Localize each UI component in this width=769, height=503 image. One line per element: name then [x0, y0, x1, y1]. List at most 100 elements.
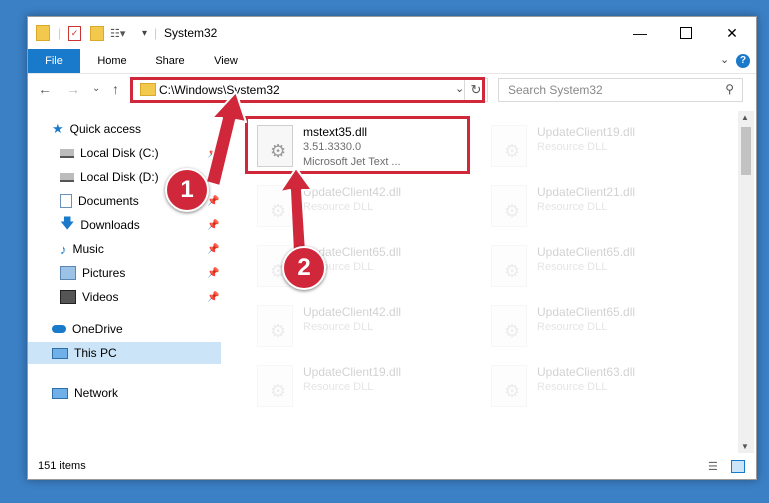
dll-file-icon: ⚙	[491, 365, 527, 407]
sidebar-item-label: Quick access	[69, 122, 142, 136]
file-item[interactable]: ⚙ UpdateClient42.dll Resource DLL	[251, 299, 474, 351]
videos-icon	[60, 290, 76, 304]
music-icon: ♪	[60, 241, 67, 257]
sidebar-item-local-disk-c[interactable]: Local Disk (C:) 📌	[28, 142, 221, 164]
recent-locations-icon[interactable]: ⌄	[92, 83, 100, 94]
folder-icon	[36, 24, 50, 42]
file-item[interactable]: ⚙ UpdateClient65.dll Resource DLL	[485, 299, 708, 351]
file-name: UpdateClient63.dll	[537, 365, 636, 379]
pin-icon[interactable]: 📌	[207, 220, 219, 231]
file-explorer-window: | ✓ ☷▾ ▾ | System32 — ✕ File Home Share …	[27, 16, 757, 480]
network-icon	[52, 387, 68, 399]
sidebar-item-videos[interactable]: Videos 📌	[28, 286, 221, 308]
dll-file-icon: ⚙	[491, 305, 527, 347]
tab-view[interactable]: View	[200, 49, 252, 73]
file-item[interactable]: ⚙ UpdateClient63.dll Resource DLL	[485, 359, 708, 411]
sidebar-item-label: Network	[74, 386, 119, 400]
gear-icon: ⚙	[270, 201, 287, 221]
forward-arrow-icon[interactable]: →	[66, 81, 80, 97]
drive-icon	[60, 148, 74, 158]
pin-icon[interactable]: 📌	[207, 268, 219, 279]
pin-icon[interactable]: 📌	[207, 148, 219, 159]
pin-icon[interactable]: 📌	[207, 172, 219, 183]
separator: |	[58, 26, 62, 40]
pictures-icon	[60, 266, 76, 280]
pin-icon[interactable]: 📌	[207, 292, 219, 303]
file-item[interactable]: ⚙ UpdateClient19.dll Resource DLL	[485, 119, 708, 171]
computer-icon	[52, 347, 68, 359]
address-bar-highlight	[130, 77, 485, 103]
dll-file-icon: ⚙	[257, 305, 293, 347]
tab-file[interactable]: File	[28, 49, 80, 73]
gear-icon: ⚙	[504, 381, 521, 401]
status-bar: 151 items ☰	[28, 455, 756, 479]
properties-icon[interactable]: ✓	[68, 24, 81, 42]
pin-icon[interactable]: 📌	[207, 244, 219, 255]
new-folder-icon[interactable]	[90, 24, 104, 42]
tab-home[interactable]: Home	[86, 49, 138, 73]
tiles-view-icon[interactable]	[731, 460, 745, 473]
scroll-down-icon[interactable]: ▼	[741, 442, 749, 451]
dll-file-icon: ⚙	[257, 365, 293, 407]
step-badge-2: 2	[282, 246, 326, 290]
expand-ribbon-icon[interactable]: ⌄	[720, 53, 729, 66]
scroll-thumb[interactable]	[741, 127, 751, 175]
item-count: 151 items	[38, 460, 86, 472]
quick-access-dropdown-icon[interactable]: ▾	[142, 24, 147, 42]
search-icon[interactable]: ⚲	[725, 82, 734, 96]
close-button[interactable]: ✕	[709, 17, 755, 49]
title-bar: | ✓ ☷▾ ▾ | System32 — ✕	[28, 17, 756, 49]
close-icon: ✕	[726, 24, 738, 41]
file-description: Resource DLL	[537, 261, 608, 273]
file-item[interactable]: ⚙ UpdateClient65.dll Resource DLL	[485, 239, 708, 291]
maximize-button[interactable]	[663, 17, 709, 49]
sidebar-item-label: Pictures	[82, 266, 126, 280]
dll-file-icon: ⚙	[491, 185, 527, 227]
file-item[interactable]: ⚙ UpdateClient19.dll Resource DLL	[251, 359, 474, 411]
cloud-icon	[52, 325, 66, 333]
file-description: Resource DLL	[537, 201, 608, 213]
up-arrow-icon[interactable]: ↑	[112, 81, 119, 97]
sidebar-item-pictures[interactable]: Pictures 📌	[28, 262, 221, 284]
file-name: UpdateClient42.dll	[303, 305, 402, 319]
sidebar-item-label: Music	[72, 242, 104, 256]
sidebar-item-label: This PC	[74, 346, 117, 360]
navigation-pane: ★ Quick access Local Disk (C:) 📌 Local D…	[28, 111, 221, 453]
search-input[interactable]: Search System32	[508, 83, 603, 97]
separator: |	[154, 26, 158, 40]
file-name: UpdateClient65.dll	[537, 245, 636, 259]
search-box[interactable]: Search System32 ⚲	[498, 78, 743, 102]
sidebar-item-onedrive[interactable]: OneDrive	[28, 318, 221, 340]
gear-icon: ⚙	[504, 321, 521, 341]
star-icon: ★	[52, 121, 64, 136]
tab-share[interactable]: Share	[144, 49, 196, 73]
file-description: Resource DLL	[303, 201, 374, 213]
file-item[interactable]: ⚙ UpdateClient42.dll Resource DLL	[251, 179, 474, 231]
file-description: Resource DLL	[303, 381, 374, 393]
pin-icon[interactable]: 📌	[207, 196, 219, 207]
dll-file-icon: ⚙	[491, 245, 527, 287]
sidebar-item-this-pc[interactable]: This PC	[28, 342, 221, 364]
help-icon[interactable]: ?	[736, 54, 750, 68]
file-name: UpdateClient42.dll	[303, 185, 402, 199]
file-description: Resource DLL	[303, 321, 374, 333]
file-name: UpdateClient19.dll	[537, 125, 636, 139]
file-item[interactable]: ⚙ UpdateClient21.dll Resource DLL	[485, 179, 708, 231]
file-highlight	[245, 116, 470, 174]
details-view-icon[interactable]: ☰	[708, 460, 718, 473]
back-arrow-icon[interactable]: ←	[38, 81, 52, 97]
gear-icon: ⚙	[504, 141, 521, 161]
gear-icon: ⚙	[504, 201, 521, 221]
sidebar-item-label: Videos	[82, 290, 119, 304]
scroll-up-icon[interactable]: ▲	[741, 113, 749, 122]
file-name: UpdateClient21.dll	[537, 185, 636, 199]
file-name: UpdateClient65.dll	[537, 305, 636, 319]
sidebar-item-network[interactable]: Network	[28, 382, 221, 404]
minimize-button[interactable]: —	[617, 17, 663, 49]
customize-toolbar-icon[interactable]: ☷▾	[110, 24, 125, 42]
sidebar-item-quick-access[interactable]: ★ Quick access	[28, 118, 221, 140]
gear-icon: ⚙	[504, 261, 521, 281]
vertical-scrollbar[interactable]: ▲ ▼	[738, 111, 754, 453]
sidebar-item-downloads[interactable]: 🡇 Downloads 📌	[28, 214, 221, 236]
sidebar-item-music[interactable]: ♪ Music 📌	[28, 238, 221, 260]
